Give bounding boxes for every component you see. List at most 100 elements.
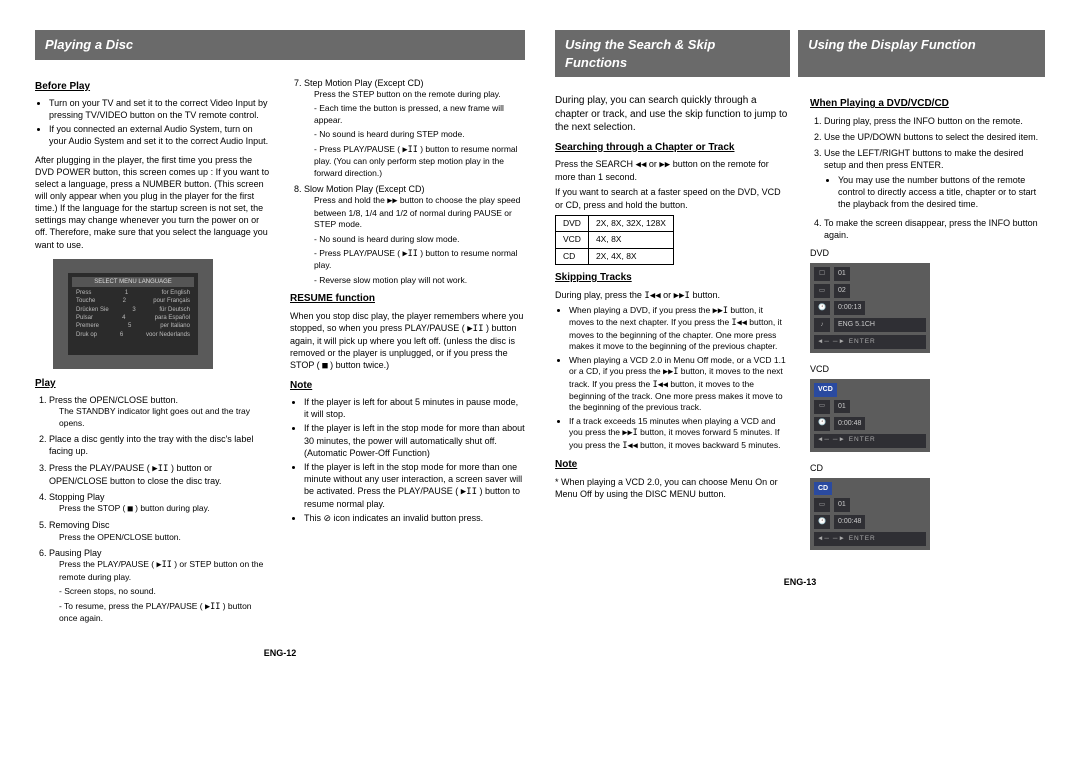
next-icon: ▶▶I bbox=[713, 306, 728, 316]
banner-display: Using the Display Function bbox=[798, 30, 1045, 77]
prev-icon: I◀◀ bbox=[644, 291, 660, 301]
resume-paragraph: When you stop disc play, the player reme… bbox=[290, 310, 525, 373]
page-spread: Playing a Disc Before Play Turn on your … bbox=[35, 30, 1045, 659]
play-pause-icon: ▶II bbox=[205, 602, 220, 612]
menu-language-screenshot: SELECT MENU LANGUAGE Press1for English T… bbox=[53, 259, 213, 369]
osd-value: 01 bbox=[834, 267, 850, 280]
menu-language-title: SELECT MENU LANGUAGE bbox=[72, 277, 194, 287]
clock-icon: 🕐 bbox=[814, 515, 830, 529]
page-number-left: ENG-12 bbox=[35, 647, 525, 659]
skip-instruction: During play, press the I◀◀ or ▶▶I button… bbox=[555, 289, 790, 302]
left-col-1: Before Play Turn on your TV and set it t… bbox=[35, 74, 270, 631]
right-col-2: When Playing a DVD/VCD/CD During play, p… bbox=[810, 91, 1045, 560]
search-instruction: Press the SEARCH ◀◀ or ▶▶ button on the … bbox=[555, 158, 790, 183]
search-hold: If you want to search at a faster speed … bbox=[555, 186, 790, 210]
note-vcd: * When playing a VCD 2.0, you can choose… bbox=[555, 476, 790, 500]
osd-value: 0:00:48 bbox=[834, 515, 865, 528]
osd-value: ENG 5.1CH bbox=[834, 318, 926, 331]
osd-value: 01 bbox=[834, 498, 850, 511]
label-cd: CD bbox=[810, 462, 1045, 474]
info-steps: During play, press the INFO button on th… bbox=[824, 115, 1045, 241]
osd-nav-bar: ◄─ ─► ENTER bbox=[814, 434, 926, 448]
list-item: Use the LEFT/RIGHT buttons to make the d… bbox=[824, 147, 1045, 211]
osd-dvd: ☐01 ▭02 🕐0:00:13 ♪ENG 5.1CH ◄─ ─► ENTER bbox=[810, 263, 930, 353]
left-col-2: Step Motion Play (Except CD) Press the S… bbox=[290, 74, 525, 631]
play-step: Step Motion Play (Except CD) Press the S… bbox=[304, 77, 525, 179]
cd-badge: CD bbox=[814, 482, 832, 495]
title-icon: ☐ bbox=[814, 267, 830, 281]
page-right: Using the Search & Skip Functions Using … bbox=[555, 30, 1045, 659]
clock-icon: 🕐 bbox=[814, 417, 830, 431]
heading-skipping: Skipping Tracks bbox=[555, 271, 790, 285]
note-list: If the player is left for about 5 minute… bbox=[304, 396, 525, 524]
page-left: Playing a Disc Before Play Turn on your … bbox=[35, 30, 525, 659]
list-item: During play, press the INFO button on th… bbox=[824, 115, 1045, 127]
prev-icon: I◀◀ bbox=[732, 318, 747, 328]
heading-note: Note bbox=[555, 458, 790, 472]
osd-vcd: VCD ▭01 🕐0:00:48 ◄─ ─► ENTER bbox=[810, 379, 930, 451]
play-step: Pausing Play Press the PLAY/PAUSE ( ▶II … bbox=[49, 547, 270, 624]
speed-table: DVD2X, 8X, 32X, 128X VCD4X, 8X CD2X, 4X,… bbox=[555, 215, 674, 265]
heading-resume: RESUME function bbox=[290, 292, 525, 306]
lang-row: Druk op6voor Nederlands bbox=[72, 331, 194, 339]
skip-bullets: When playing a DVD, if you press the ▶▶I… bbox=[569, 305, 790, 453]
track-icon: ▭ bbox=[814, 400, 830, 414]
lang-row: Touche2pour Français bbox=[72, 297, 194, 305]
play-step: Press the OPEN/CLOSE button. The STANDBY… bbox=[49, 394, 270, 429]
list-item: To make the screen disappear, press the … bbox=[824, 217, 1045, 241]
play-step: Slow Motion Play (Except CD) Press and h… bbox=[304, 183, 525, 286]
chapter-icon: ▭ bbox=[814, 284, 830, 298]
right-banners: Using the Search & Skip Functions Using … bbox=[555, 30, 1045, 77]
list-item: If the player is left for about 5 minute… bbox=[304, 396, 525, 420]
heading-play: Play bbox=[35, 377, 270, 391]
prev-icon: I◀◀ bbox=[622, 441, 637, 451]
lang-row: Premere5per Italiano bbox=[72, 322, 194, 330]
heading-before-play: Before Play bbox=[35, 80, 270, 94]
play-pause-icon: ▶II bbox=[461, 487, 477, 497]
osd-value: 0:00:48 bbox=[834, 417, 865, 430]
play-step: Removing Disc Press the OPEN/CLOSE butto… bbox=[49, 519, 270, 543]
table-row: CD2X, 4X, 8X bbox=[556, 248, 674, 264]
rew-icon: ◀◀ bbox=[636, 160, 647, 170]
track-icon: ▭ bbox=[814, 498, 830, 512]
left-columns: Before Play Turn on your TV and set it t… bbox=[35, 74, 525, 631]
fwd-icon: ▶▶ bbox=[659, 160, 670, 170]
page-number-right: ENG-13 bbox=[555, 576, 1045, 588]
list-item: If a track exceeds 15 minutes when playi… bbox=[569, 416, 790, 452]
language-setup-paragraph: After plugging in the player, the first … bbox=[35, 154, 270, 251]
clock-icon: 🕐 bbox=[814, 301, 830, 315]
table-row: DVD2X, 8X, 32X, 128X bbox=[556, 215, 674, 231]
right-col-1: During play, you can search quickly thro… bbox=[555, 91, 790, 560]
sub-text: Press the OPEN/CLOSE button. bbox=[59, 532, 270, 543]
play-pause-icon: ▶II bbox=[467, 324, 483, 334]
list-item: When playing a VCD 2.0 in Menu Off mode,… bbox=[569, 355, 790, 414]
play-steps: Press the OPEN/CLOSE button. The STANDBY… bbox=[49, 394, 270, 624]
sub-text: Press the STEP button on the remote duri… bbox=[314, 89, 525, 100]
next-icon: ▶▶I bbox=[674, 291, 690, 301]
play-pause-icon: ▶II bbox=[403, 249, 418, 259]
next-icon: ▶▶I bbox=[622, 428, 637, 438]
osd-nav-bar: ◄─ ─► ENTER bbox=[814, 335, 926, 349]
prev-icon: I◀◀ bbox=[653, 380, 668, 390]
banner-playing: Playing a Disc bbox=[35, 30, 525, 60]
list-item: You may use the number buttons of the re… bbox=[838, 174, 1045, 210]
sub-text: The STANDBY indicator light goes out and… bbox=[59, 406, 270, 429]
osd-value: 0:00:13 bbox=[834, 301, 865, 314]
fwd-icon: ▶▶ bbox=[387, 196, 397, 206]
play-step: Press the PLAY/PAUSE ( ▶II ) button or O… bbox=[49, 462, 270, 487]
search-intro: During play, you can search quickly thro… bbox=[555, 94, 790, 135]
heading-note: Note bbox=[290, 379, 525, 393]
dash-list: - No sound is heard during slow mode. - … bbox=[314, 234, 525, 287]
audio-icon: ♪ bbox=[814, 318, 830, 332]
list-item: If you connected an external Audio Syste… bbox=[49, 123, 270, 147]
lang-row: Press1for English bbox=[72, 289, 194, 297]
play-step: Stopping Play Press the STOP ( ■ ) butto… bbox=[49, 491, 270, 516]
lang-row: Drücken Sie3für Deutsch bbox=[72, 306, 194, 314]
play-pause-icon: ▶II bbox=[152, 464, 168, 474]
dash-list: - Each time the button is pressed, a new… bbox=[314, 103, 525, 179]
lang-row: Pulsar4para Español bbox=[72, 314, 194, 322]
right-columns: During play, you can search quickly thro… bbox=[555, 91, 1045, 560]
menu-language-inner: SELECT MENU LANGUAGE Press1for English T… bbox=[68, 273, 198, 355]
vcd-badge: VCD bbox=[814, 383, 837, 396]
list-item: This ⊘ icon indicates an invalid button … bbox=[304, 512, 525, 524]
